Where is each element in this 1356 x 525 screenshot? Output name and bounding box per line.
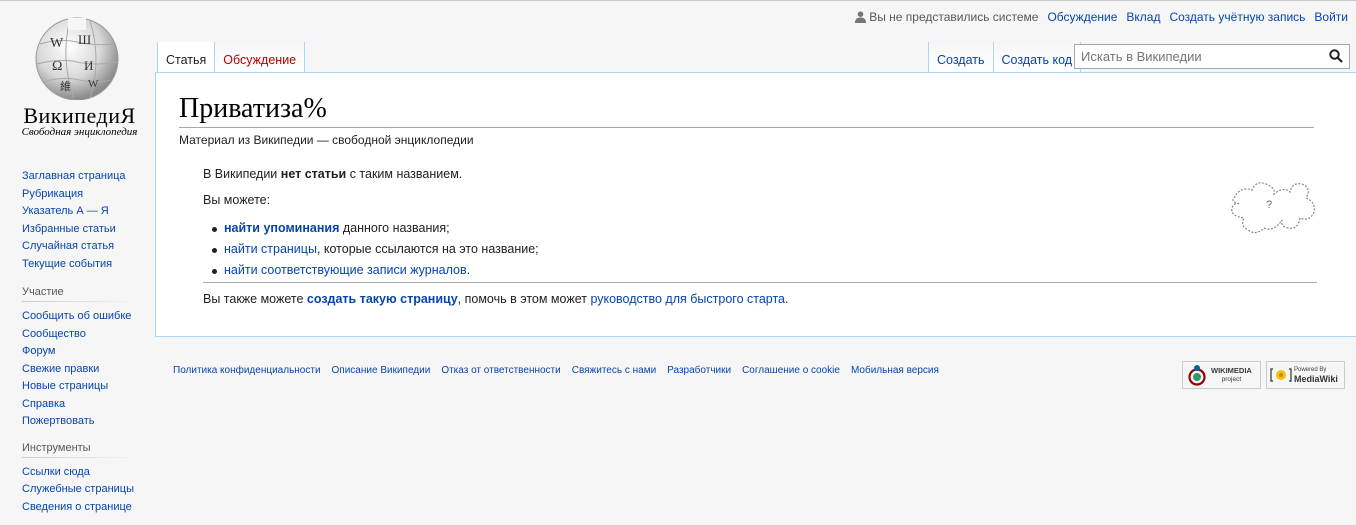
svg-text:?: ?: [1266, 199, 1272, 211]
footer-developers-link[interactable]: Разработчики: [667, 365, 731, 376]
create-account-link[interactable]: Создать учётную запись: [1169, 10, 1305, 24]
mediawiki-badge-text: MediaWiki: [1294, 374, 1338, 384]
notice-prefix: В Википедии: [203, 167, 281, 181]
mediawiki-logo-icon: [1270, 368, 1292, 382]
content-divider: [203, 282, 1317, 283]
site-logo[interactable]: W Ш Ω И 維 W ВикипедиЯ Свободная энциклоп…: [0, 0, 155, 160]
logo-tagline: Свободная энциклопедия: [21, 126, 138, 138]
search-input[interactable]: [1075, 45, 1327, 68]
main-content: Приватиза% Материал из Википедии — свобо…: [155, 72, 1356, 337]
tab-create-label: Создать: [937, 53, 985, 67]
sidebar-item-report-error[interactable]: Сообщить об ошибке: [22, 310, 131, 322]
sidebar-heading-tools: Инструменты: [22, 441, 139, 458]
sidebar-item-index[interactable]: Указатель А — Я: [22, 205, 109, 217]
sidebar-tools: Инструменты Ссылки сюда Служебные страни…: [22, 441, 139, 517]
login-link[interactable]: Войти: [1314, 10, 1348, 24]
tab-create-source-label: Создать код: [1001, 53, 1073, 67]
view-tabs: Создать Создать код: [928, 42, 1082, 73]
footer-contact-link[interactable]: Свяжитесь с нами: [572, 365, 656, 376]
svg-text:Ш: Ш: [78, 32, 91, 47]
page-title: Приватиза%: [179, 92, 1314, 128]
contributions-link[interactable]: Вклад: [1126, 10, 1160, 24]
sidebar-item-community[interactable]: Сообщество: [22, 328, 86, 340]
namespace-tabs: Статья Обсуждение: [157, 42, 306, 73]
list-item: найти соответствующие записи журналов.: [212, 260, 539, 281]
footer-privacy-link[interactable]: Политика конфиденциальности: [173, 365, 321, 376]
option-text: , которые ссылаются на это название;: [316, 242, 539, 256]
missing-puzzle-piece-icon: ?: [1231, 182, 1315, 234]
sidebar-item-featured[interactable]: Избранные статьи: [22, 223, 116, 235]
sidebar-item-new-pages[interactable]: Новые страницы: [22, 380, 108, 392]
tab-create[interactable]: Создать: [928, 42, 994, 73]
list-item: найти страницы, которые ссылаются на это…: [212, 239, 539, 260]
search-icon[interactable]: [1329, 49, 1343, 63]
option-text: .: [466, 263, 471, 277]
sidebar-item-help[interactable]: Справка: [22, 398, 65, 410]
notice-suffix: с таким названием.: [346, 167, 463, 181]
sidebar-item-main-page[interactable]: Заглавная страница: [22, 170, 126, 182]
options-list: найти упоминания данного названия; найти…: [206, 218, 539, 281]
powered-by-mediawiki-badge[interactable]: Powered By MediaWiki: [1266, 361, 1345, 389]
sidebar-item-random[interactable]: Случайная статья: [22, 240, 114, 252]
tab-article-label: Статья: [166, 53, 207, 67]
list-item: найти упоминания данного названия;: [212, 218, 539, 239]
tab-article[interactable]: Статья: [157, 42, 216, 73]
svg-text:W: W: [88, 78, 99, 90]
option-text: данного названия;: [339, 221, 450, 235]
also-middle: , помочь в этом может: [457, 292, 591, 306]
footer-about-link[interactable]: Описание Википедии: [332, 365, 431, 376]
sidebar-item-page-info[interactable]: Сведения о странице: [22, 501, 132, 513]
personal-talk-link[interactable]: Обсуждение: [1047, 10, 1117, 24]
what-links-here-link[interactable]: найти страницы: [224, 242, 317, 256]
anonymous-label: Вы не представились системе: [869, 10, 1039, 24]
sidebar-item-forum[interactable]: Форум: [22, 345, 55, 357]
tab-talk-label: Обсуждение: [223, 53, 297, 67]
find-mentions-link[interactable]: найти упоминания: [224, 221, 339, 235]
wikimedia-badge-text: WIKIMEDIA: [1211, 366, 1252, 375]
sidebar-item-current-events[interactable]: Текущие события: [22, 258, 112, 270]
sidebar: Заглавная страница Рубрикация Указатель …: [0, 165, 155, 516]
wikimedia-logo-icon: [1188, 365, 1206, 386]
wikimedia-project-badge[interactable]: WIKIMEDIA project: [1182, 361, 1261, 389]
sidebar-item-categories[interactable]: Рубрикация: [22, 188, 83, 200]
sidebar-item-recent-changes[interactable]: Свежие правки: [22, 363, 99, 375]
notice-bold: нет статьи: [280, 167, 347, 181]
wikipedia-globe-icon: W Ш Ω И 維 W: [35, 17, 119, 100]
svg-text:Ω: Ω: [52, 59, 62, 74]
svg-text:維: 維: [60, 80, 71, 93]
create-page-notice: Вы также можете создать такую страницу, …: [203, 291, 788, 307]
also-prefix: Вы также можете: [203, 292, 307, 306]
also-end: .: [785, 292, 789, 306]
search-box: [1074, 44, 1350, 69]
footer-links: Политика конфиденциальности Описание Вик…: [173, 365, 950, 376]
site-subtitle: Материал из Википедии — свободной энцикл…: [179, 133, 474, 147]
quick-start-guide-link[interactable]: руководство для быстрого старта: [590, 292, 785, 306]
sidebar-item-special-pages[interactable]: Служебные страницы: [22, 483, 134, 495]
sidebar-item-what-links-here[interactable]: Ссылки сюда: [22, 466, 90, 478]
sidebar-navigation: Заглавная страница Рубрикация Указатель …: [22, 168, 139, 273]
sidebar-item-donate[interactable]: Пожертвовать: [22, 415, 95, 427]
log-entries-link[interactable]: найти соответствующие записи журналов: [224, 263, 467, 277]
personal-tools: Вы не представились системе Обсуждение В…: [855, 10, 1348, 24]
you-can-label: Вы можете:: [203, 193, 271, 207]
svg-text:И: И: [84, 58, 93, 73]
top-border: [0, 0, 1356, 1]
tab-create-source[interactable]: Создать код: [993, 42, 1082, 73]
footer-cookie-link[interactable]: Соглашение о cookie: [742, 365, 840, 376]
no-article-notice: В Википедии нет статьи с таким названием…: [203, 166, 462, 182]
sidebar-participation: Участие Сообщить об ошибке Сообщество Фо…: [22, 286, 139, 431]
anonymous-user-notice: Вы не представились системе: [855, 10, 1038, 24]
wikimedia-badge-sub: project: [1221, 376, 1242, 383]
footer-mobile-link[interactable]: Мобильная версия: [851, 365, 939, 376]
svg-text:W: W: [50, 36, 64, 51]
create-page-link[interactable]: создать такую страницу: [307, 292, 458, 306]
tab-talk[interactable]: Обсуждение: [215, 42, 306, 73]
sidebar-heading-participation: Участие: [22, 286, 139, 302]
user-icon: [855, 11, 867, 23]
footer-disclaimer-link[interactable]: Отказ от ответственности: [441, 365, 560, 376]
